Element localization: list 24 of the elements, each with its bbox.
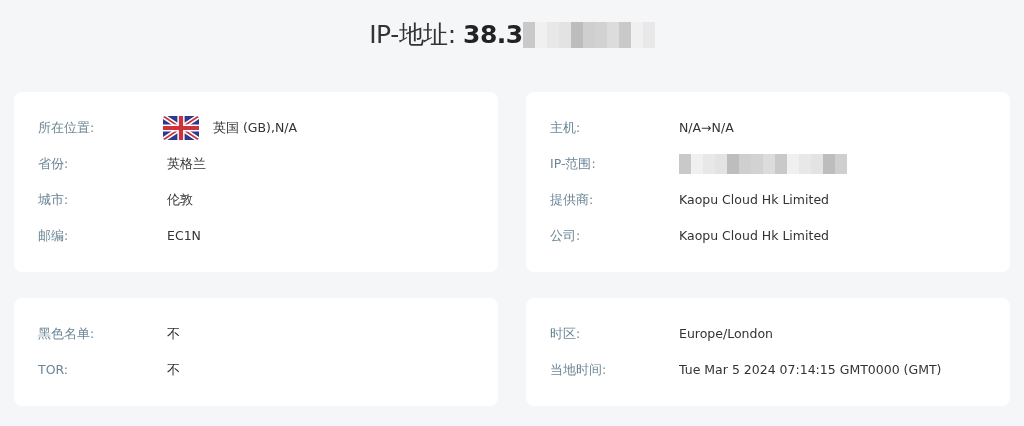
field-label: 城市: <box>38 190 70 209</box>
field-label: 省份: <box>38 154 70 173</box>
field-label: 邮编: <box>38 226 70 245</box>
field-label: 黑色名单: <box>38 324 96 343</box>
field-value: 英格兰 <box>167 154 206 173</box>
field-value: 伦敦 <box>167 190 193 209</box>
field-value: Kaopu Cloud Hk Limited <box>679 190 830 209</box>
field-value: Europe/London <box>679 324 773 343</box>
field-label: 所在位置: <box>38 118 96 137</box>
field-label: 当地时间: <box>550 360 608 379</box>
field-value: 不 <box>167 360 180 379</box>
field-value: Tue Mar 5 2024 07:14:15 GMT0000 (GMT) <box>679 360 942 379</box>
page-title: IP-地址: 38.3 <box>369 19 523 51</box>
field-value: EC1N <box>167 226 201 245</box>
field-label: 公司: <box>550 226 582 245</box>
field-value: 英国 (GB),N/A <box>213 118 298 137</box>
field-value: Kaopu Cloud Hk Limited <box>679 226 830 245</box>
field-label: TOR: <box>38 360 69 379</box>
field-label: 提供商: <box>550 190 595 209</box>
field-value: 不 <box>167 324 180 343</box>
field-label: 时区: <box>550 324 582 343</box>
field-label: 主机: <box>550 118 582 137</box>
field-label: IP-范围: <box>550 154 597 173</box>
field-value: N/A→N/A <box>679 118 734 137</box>
